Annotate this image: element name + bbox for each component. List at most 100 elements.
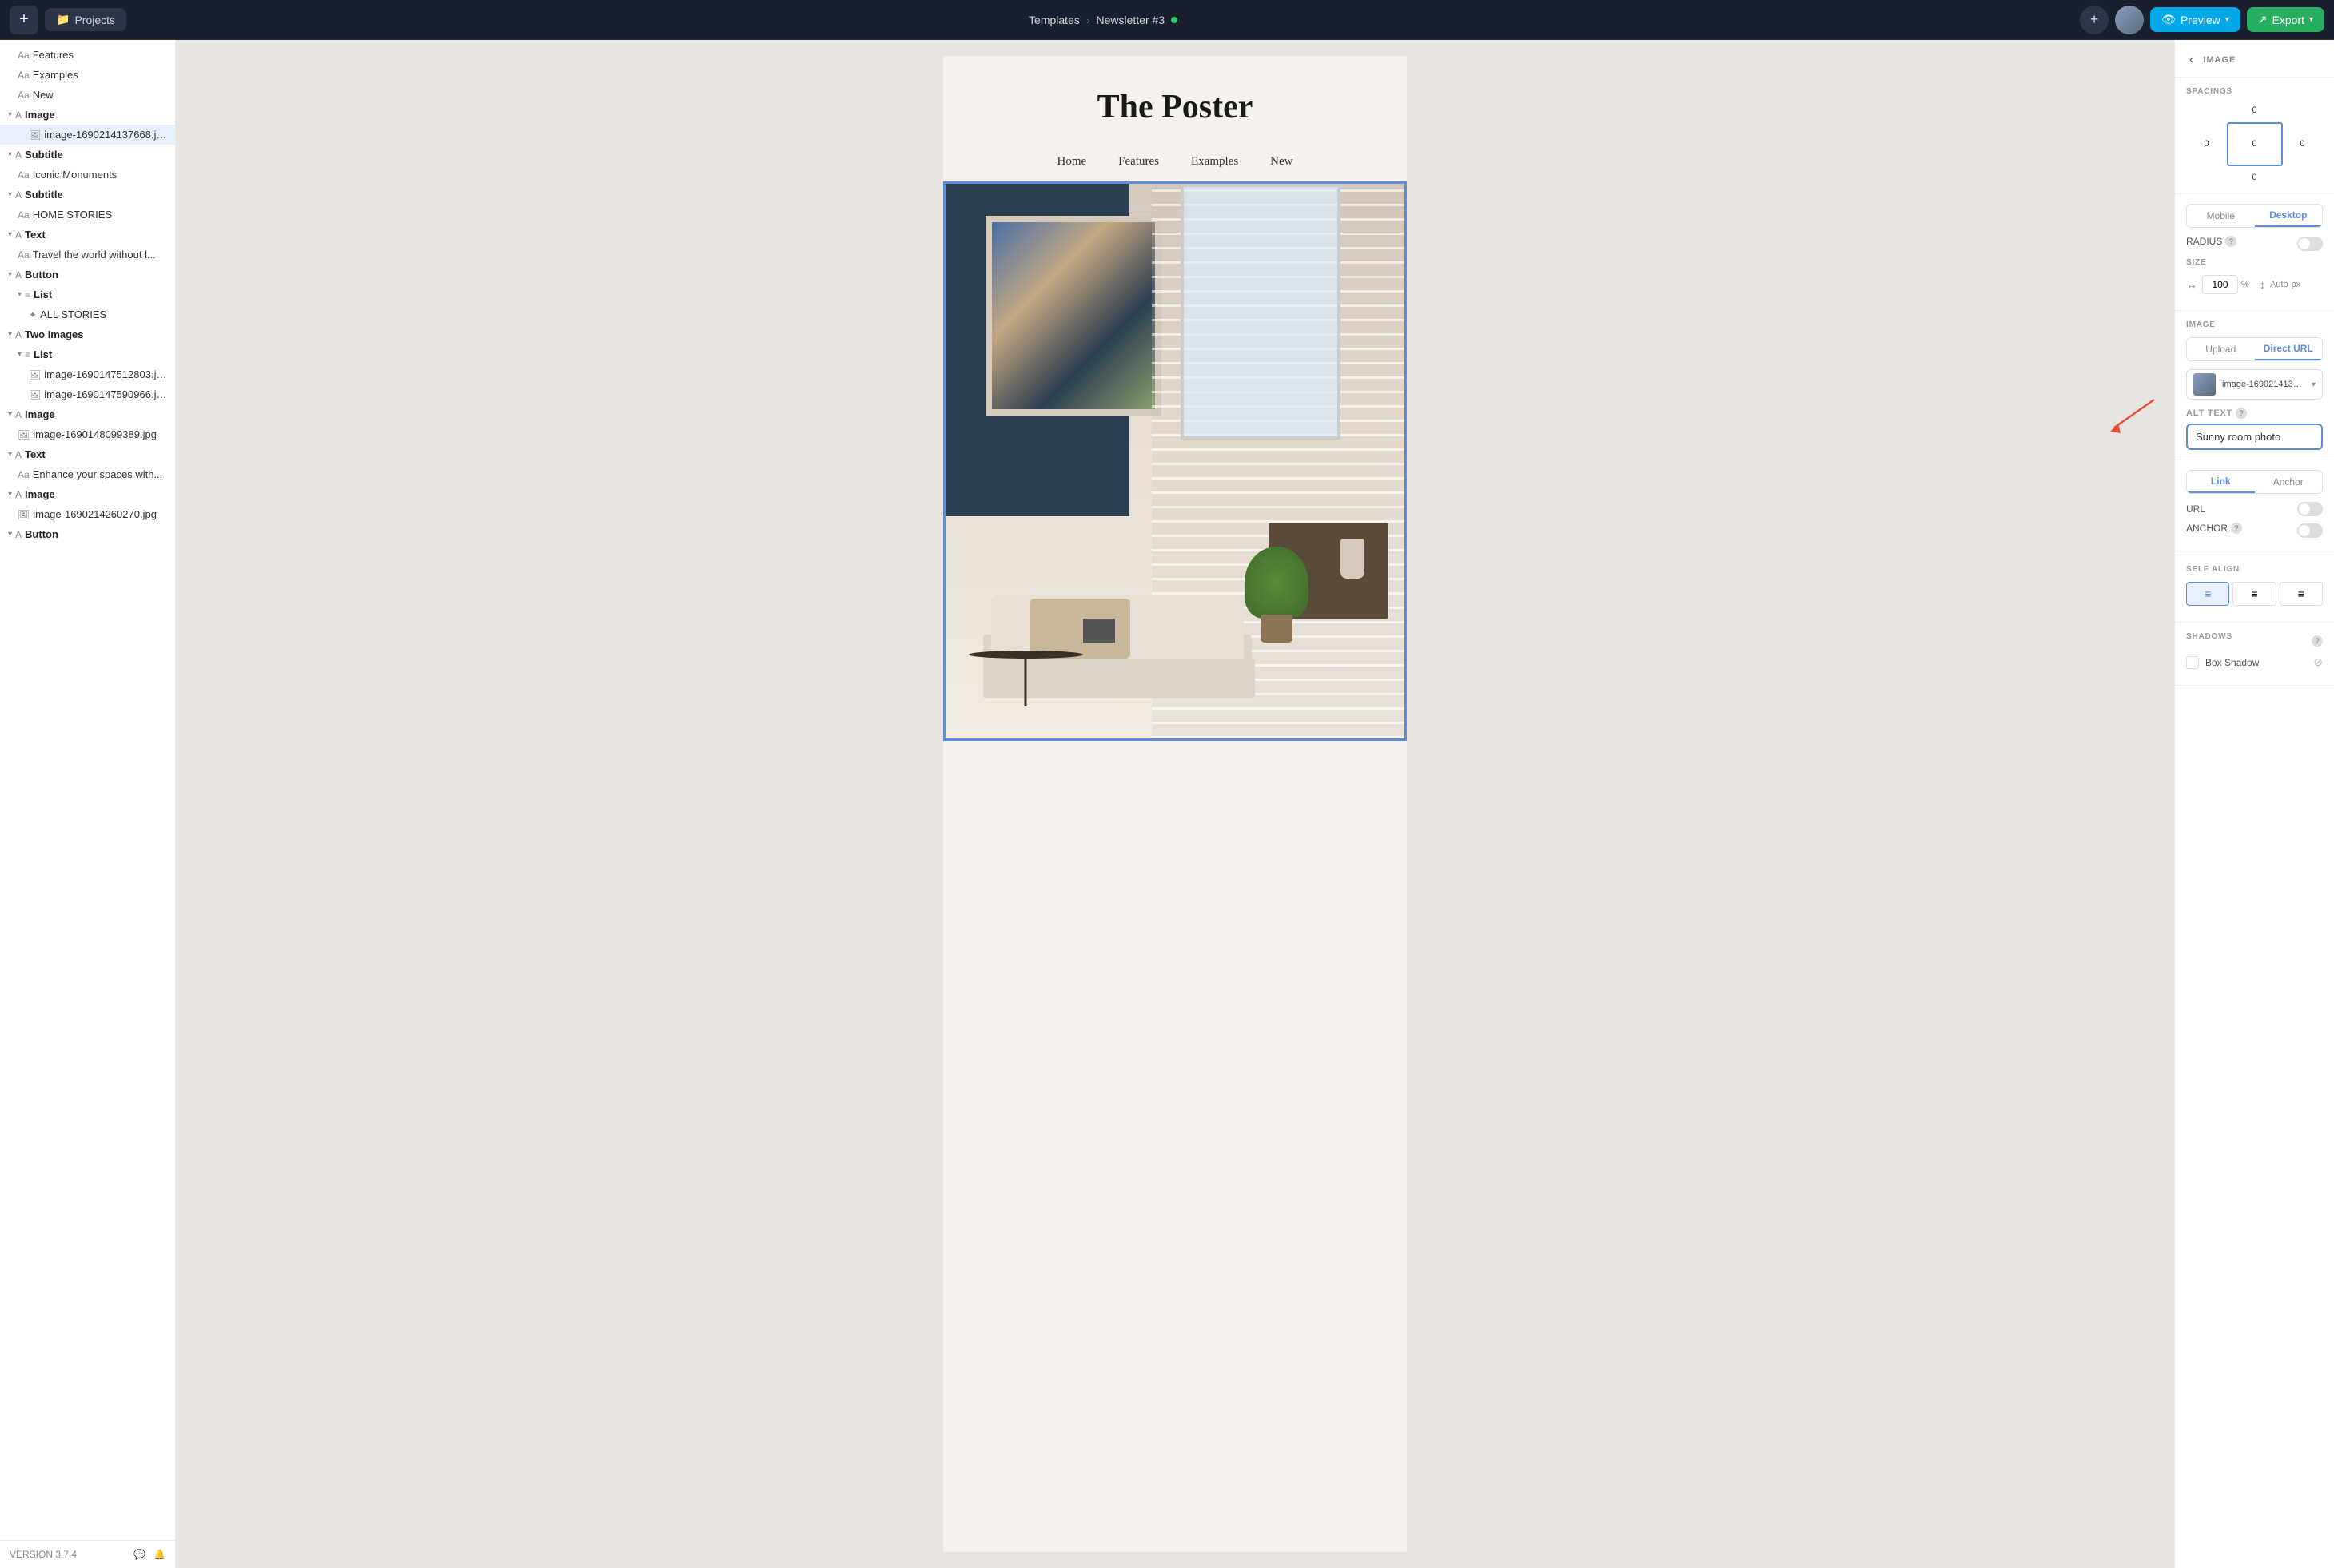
image-file-icon: 🖼 (29, 369, 41, 380)
box-shadow-checkbox[interactable] (2186, 656, 2199, 669)
sidebar-item-examples-text[interactable]: Aa Examples (0, 65, 175, 85)
mobile-tab[interactable]: Mobile (2187, 205, 2255, 227)
anchor-tab[interactable]: Anchor (2255, 471, 2323, 493)
sidebar-item-label: image-1690214260270.jpg (33, 508, 167, 520)
shadows-label-row: SHADOWS ? (2186, 632, 2323, 649)
shadows-help-icon[interactable]: ? (2312, 635, 2323, 647)
radius-toggle[interactable] (2297, 237, 2323, 251)
sidebar-item-button-block-2[interactable]: ▾ A Button (0, 524, 175, 544)
spacing-diagram: 0 0 0 0 0 (2203, 104, 2307, 184)
sidebar-item-image-file-4[interactable]: 🖼 image-1690148099389.jpg (0, 424, 175, 444)
room-books (1083, 619, 1115, 643)
arrow-icon: ▾ (8, 110, 12, 119)
sidebar-item-subtitle-2[interactable]: ▾ A Subtitle (0, 185, 175, 205)
sidebar-item-image-file-1[interactable]: 🖼 image-1690214137668.jpg (0, 125, 175, 145)
text-icon: Aa (18, 70, 30, 81)
version-label: VERSION 3.7.4 (10, 1549, 77, 1560)
upload-tab[interactable]: Upload (2187, 338, 2255, 360)
anchor-toggle-knob (2299, 525, 2310, 536)
alt-text-input[interactable] (2186, 424, 2323, 450)
align-left-button[interactable]: ≡ (2186, 582, 2229, 606)
sidebar-footer: VERSION 3.7.4 💬 🔔 (0, 1540, 175, 1568)
align-center-button[interactable]: ≡ (2232, 582, 2276, 606)
sidebar-item-features-text[interactable]: Aa Features (0, 45, 175, 65)
sidebar-item-image-file-3[interactable]: 🖼 image-1690147590966.jpg (0, 384, 175, 404)
image-chevron-icon: ▾ (2312, 380, 2316, 389)
table-top (969, 651, 1084, 659)
sidebar-item-all-stories[interactable]: ✦ ALL STORIES (0, 304, 175, 324)
anchor-help-icon[interactable]: ? (2231, 523, 2242, 534)
sidebar-item-text-block-2[interactable]: ▾ A Text (0, 444, 175, 464)
align-buttons: ≡ ≡ ≡ (2186, 582, 2323, 606)
sidebar-item-label: Examples (33, 69, 167, 81)
chat-icon[interactable]: 💬 (133, 1549, 145, 1560)
nav-home[interactable]: Home (1057, 155, 1087, 169)
direct-url-tab[interactable]: Direct URL (2255, 338, 2323, 360)
sidebar-item-image-block[interactable]: ▾ A Image (0, 105, 175, 125)
alt-text-help-icon[interactable]: ? (2236, 408, 2247, 419)
sidebar-item-list-block-1[interactable]: ▾ ≡ List (0, 285, 175, 304)
nav-new[interactable]: New (1270, 155, 1292, 169)
preview-button[interactable]: 👁 Preview ▾ (2150, 7, 2240, 32)
block-icon: A (15, 529, 22, 540)
sidebar-item-enhance-text[interactable]: Aa Enhance your spaces with... (0, 464, 175, 484)
sidebar-item-image-block-2[interactable]: ▾ A Image (0, 404, 175, 424)
projects-button[interactable]: 📁 Projects (45, 8, 126, 31)
height-input-group: Auto px (2270, 280, 2323, 289)
arrow-icon: ▾ (8, 230, 12, 239)
sidebar-item-label: image-1690214137668.jpg (44, 129, 167, 141)
sidebar-item-home-stories[interactable]: Aa HOME STORIES (0, 205, 175, 225)
sidebar-item-label: New (33, 89, 167, 101)
top-navigation: + 📁 Projects Templates › Newsletter #3 +… (0, 0, 2334, 40)
sidebar-item-image-file-2[interactable]: 🖼 image-1690147512803.jpg (0, 364, 175, 384)
sidebar-item-travel-text[interactable]: Aa Travel the world without l... (0, 245, 175, 265)
bell-icon[interactable]: 🔔 (153, 1549, 165, 1560)
sidebar-item-list-block-2[interactable]: ▾ ≡ List (0, 344, 175, 364)
height-icon: ↕ (2260, 278, 2265, 291)
url-toggle[interactable] (2297, 502, 2323, 516)
sidebar-item-image-block-3[interactable]: ▾ A Image (0, 484, 175, 504)
align-right-button[interactable]: ≡ (2280, 582, 2323, 606)
room-vase (1340, 539, 1364, 579)
radius-help-icon[interactable]: ? (2225, 236, 2236, 247)
desktop-tab[interactable]: Desktop (2255, 205, 2323, 227)
width-unit: % (2241, 280, 2249, 289)
anchor-label: ANCHOR (2186, 523, 2228, 534)
breadcrumb-current: Newsletter #3 (1097, 14, 1165, 26)
arrow-icon: ▾ (8, 150, 12, 159)
sidebar-item-two-images[interactable]: ▾ A Two Images (0, 324, 175, 344)
add-circle-button[interactable]: + (2080, 6, 2109, 34)
box-shadow-toggle-icon: ⊘ (2313, 655, 2323, 669)
image-selector[interactable]: image-1690214137668.... ▾ (2186, 369, 2323, 400)
nav-examples[interactable]: Examples (1191, 155, 1238, 169)
align-center-icon: ≡ (2251, 587, 2257, 600)
export-button[interactable]: ↗ Export ▾ (2247, 7, 2324, 32)
sidebar-item-text-block-1[interactable]: ▾ A Text (0, 225, 175, 245)
link-tab[interactable]: Link (2187, 471, 2255, 493)
sidebar-item-subtitle-1[interactable]: ▾ A Subtitle (0, 145, 175, 165)
sidebar-item-new-text[interactable]: Aa New (0, 85, 175, 105)
main-image[interactable] (943, 181, 1407, 741)
anchor-toggle[interactable] (2297, 523, 2323, 538)
nav-features[interactable]: Features (1118, 155, 1159, 169)
link-anchor-tabs: Link Anchor (2186, 470, 2323, 494)
sidebar-item-label: Features (33, 49, 167, 61)
add-button[interactable]: + (10, 6, 38, 34)
arrow-icon: ▾ (8, 190, 12, 199)
panel-back-button[interactable]: ‹ (2186, 51, 2197, 69)
sidebar-item-image-file-5[interactable]: 🖼 image-1690214260270.jpg (0, 504, 175, 524)
avatar[interactable] (2115, 6, 2144, 34)
spacing-inner-box[interactable]: 0 (2227, 122, 2283, 166)
chevron-down-icon: ▾ (2225, 15, 2229, 24)
sidebar-item-button-block-1[interactable]: ▾ A Button (0, 265, 175, 285)
spacings-label: SPACINGS (2186, 87, 2323, 96)
canvas-area[interactable]: The Poster Home Features Examples New (176, 40, 2174, 1568)
breadcrumb-templates[interactable]: Templates (1029, 14, 1080, 26)
url-toggle-knob (2299, 503, 2310, 515)
sidebar-item-iconic-text[interactable]: Aa Iconic Monuments (0, 165, 175, 185)
text-icon: Aa (18, 50, 30, 61)
width-input[interactable] (2202, 275, 2238, 294)
alt-text-label-row: ALT TEXT ? (2186, 408, 2323, 419)
image-thumbnail (2193, 373, 2216, 396)
list-icon: ≡ (25, 289, 30, 300)
